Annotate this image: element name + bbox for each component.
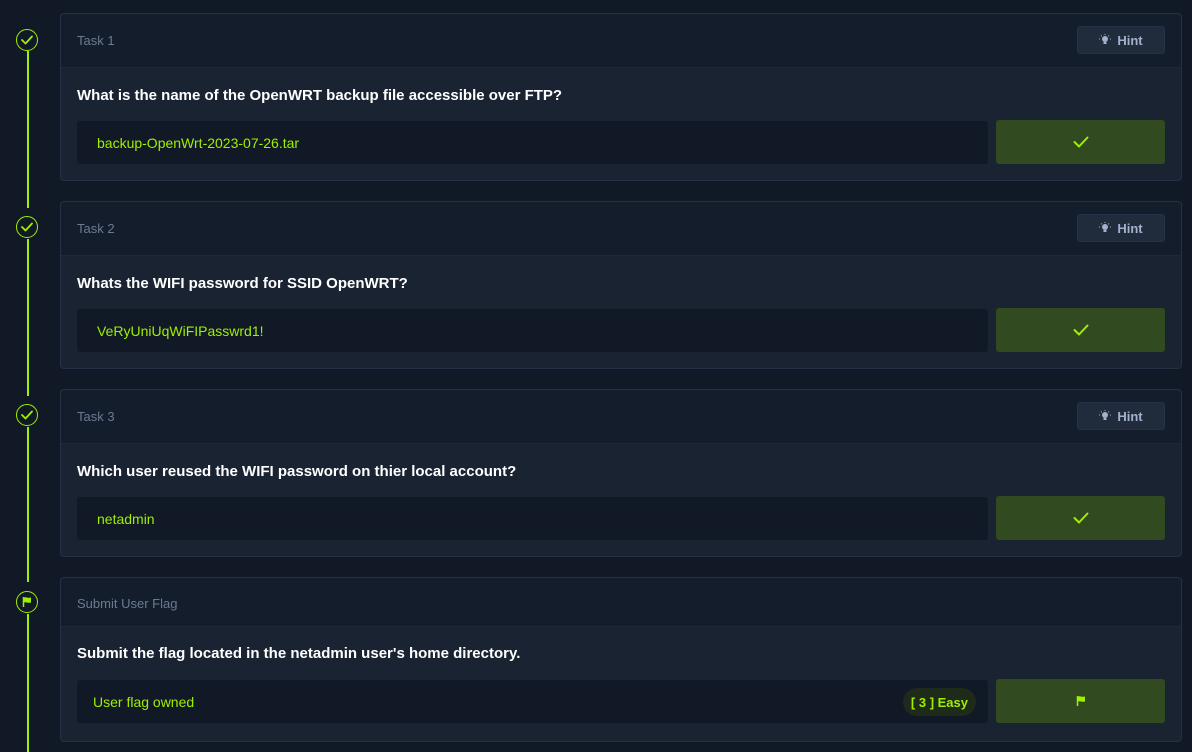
task-card-header: Task 1 Hint	[61, 14, 1181, 68]
task-label: Submit User Flag	[77, 596, 178, 611]
lightbulb-icon	[1099, 34, 1112, 44]
timeline-line	[27, 239, 29, 396]
lightbulb-icon	[1099, 222, 1112, 232]
task-label: Task 3	[77, 409, 115, 424]
answer-value: User flag owned	[93, 693, 195, 710]
user-flag-card: Submit User Flag Submit the flag located…	[60, 577, 1182, 742]
task-label: Task 1	[77, 33, 115, 48]
submit-flag-button[interactable]	[996, 679, 1165, 723]
task-question: Which user reused the WIFI password on t…	[77, 463, 517, 480]
answer-input[interactable]: VeRyUniUqWiFIPasswrd1!	[77, 309, 988, 352]
flag-icon	[1076, 696, 1085, 706]
check-icon	[1073, 136, 1088, 148]
hint-button[interactable]: Hint	[1077, 402, 1165, 430]
submit-answer-button[interactable]	[996, 308, 1165, 352]
task-card-2: Task 2 Hint Whats the WIFI password for …	[60, 201, 1182, 369]
lightbulb-icon	[1099, 410, 1112, 420]
hint-button-label: Hint	[1117, 220, 1143, 236]
task-card-1: Task 1 Hint What is the name of the Open…	[60, 13, 1182, 181]
check-icon	[1073, 512, 1088, 524]
task-card-header: Task 3 Hint	[61, 390, 1181, 444]
answer-value: VeRyUniUqWiFIPasswrd1!	[97, 322, 264, 339]
timeline-line	[27, 614, 29, 752]
task-label: Task 2	[77, 221, 115, 236]
answer-input[interactable]: netadmin	[77, 497, 988, 540]
task-question: Submit the flag located in the netadmin …	[77, 645, 521, 662]
timeline-check-icon	[16, 216, 38, 238]
hint-button[interactable]: Hint	[1077, 26, 1165, 54]
timeline-line	[27, 427, 29, 582]
timeline-check-icon	[16, 29, 38, 51]
answer-value: netadmin	[97, 510, 155, 527]
task-card-header: Submit User Flag	[61, 578, 1181, 627]
progress-timeline	[0, 0, 56, 752]
task-card-3: Task 3 Hint Which user reused the WIFI p…	[60, 389, 1182, 557]
timeline-line	[27, 51, 29, 208]
timeline-flag-icon	[16, 591, 38, 613]
difficulty-badge: [ 3 ] Easy	[902, 688, 976, 716]
submit-answer-button[interactable]	[996, 120, 1165, 164]
hint-button[interactable]: Hint	[1077, 214, 1165, 242]
answer-input[interactable]: backup-OpenWrt-2023-07-26.tar	[77, 121, 988, 164]
timeline-check-icon	[16, 404, 38, 426]
answer-value: backup-OpenWrt-2023-07-26.tar	[97, 134, 300, 151]
hint-button-label: Hint	[1117, 32, 1143, 48]
task-card-header: Task 2 Hint	[61, 202, 1181, 256]
submit-answer-button[interactable]	[996, 496, 1165, 540]
hint-button-label: Hint	[1117, 408, 1143, 424]
flag-input[interactable]: User flag owned [ 3 ] Easy	[77, 680, 988, 723]
check-icon	[1073, 324, 1088, 336]
task-question: What is the name of the OpenWRT backup f…	[77, 87, 563, 104]
task-question: Whats the WIFI password for SSID OpenWRT…	[77, 275, 408, 292]
